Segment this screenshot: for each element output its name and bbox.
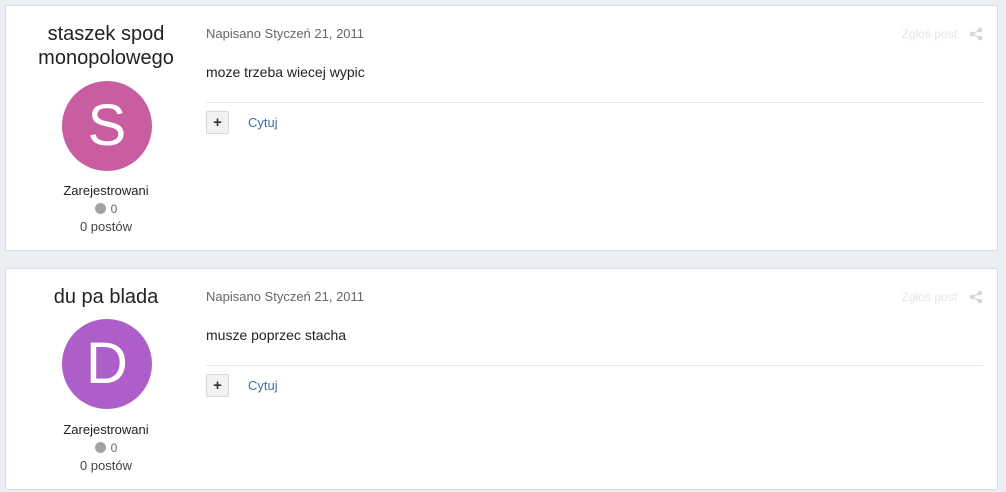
author-panel: du pa blada D Zarejestrowani 0 0 postów [6,269,206,489]
member-group: Zarejestrowani [63,422,149,437]
post-date[interactable]: Napisano Styczeń 21, 2011 [206,26,364,41]
reputation: 0 [6,441,206,455]
reputation-value: 0 [110,441,118,455]
author-name[interactable]: staszek spod monopolowego [6,22,206,70]
quote-link[interactable]: Cytuj [248,378,278,393]
divider [206,365,983,366]
quote-link[interactable]: Cytuj [248,115,278,130]
post: du pa blada D Zarejestrowani 0 0 postów … [5,268,998,490]
post: staszek spod monopolowego S Zarejestrowa… [5,5,998,251]
reputation: 0 [6,202,206,216]
author-panel: staszek spod monopolowego S Zarejestrowa… [6,6,206,250]
post-count: 0 postów [79,219,133,234]
reputation-plus-button[interactable]: + [206,111,229,134]
avatar[interactable]: S [62,81,152,171]
report-post-link[interactable]: Zgłoś post [902,290,957,304]
post-count: 0 postów [79,458,133,473]
report-post-link[interactable]: Zgłoś post [902,27,957,41]
reputation-value: 0 [110,202,118,216]
post-date[interactable]: Napisano Styczeń 21, 2011 [206,289,364,304]
reputation-dot-icon [94,442,106,453]
author-name[interactable]: du pa blada [6,285,206,309]
reputation-dot-icon [94,203,106,214]
member-group: Zarejestrowani [63,183,149,198]
avatar[interactable]: D [62,319,152,409]
post-content: musze poprzec stacha [206,327,347,343]
share-icon[interactable] [969,27,983,41]
post-content: moze trzeba wiecej wypic [206,64,365,80]
divider [206,102,983,103]
share-icon[interactable] [969,290,983,304]
reputation-plus-button[interactable]: + [206,374,229,397]
